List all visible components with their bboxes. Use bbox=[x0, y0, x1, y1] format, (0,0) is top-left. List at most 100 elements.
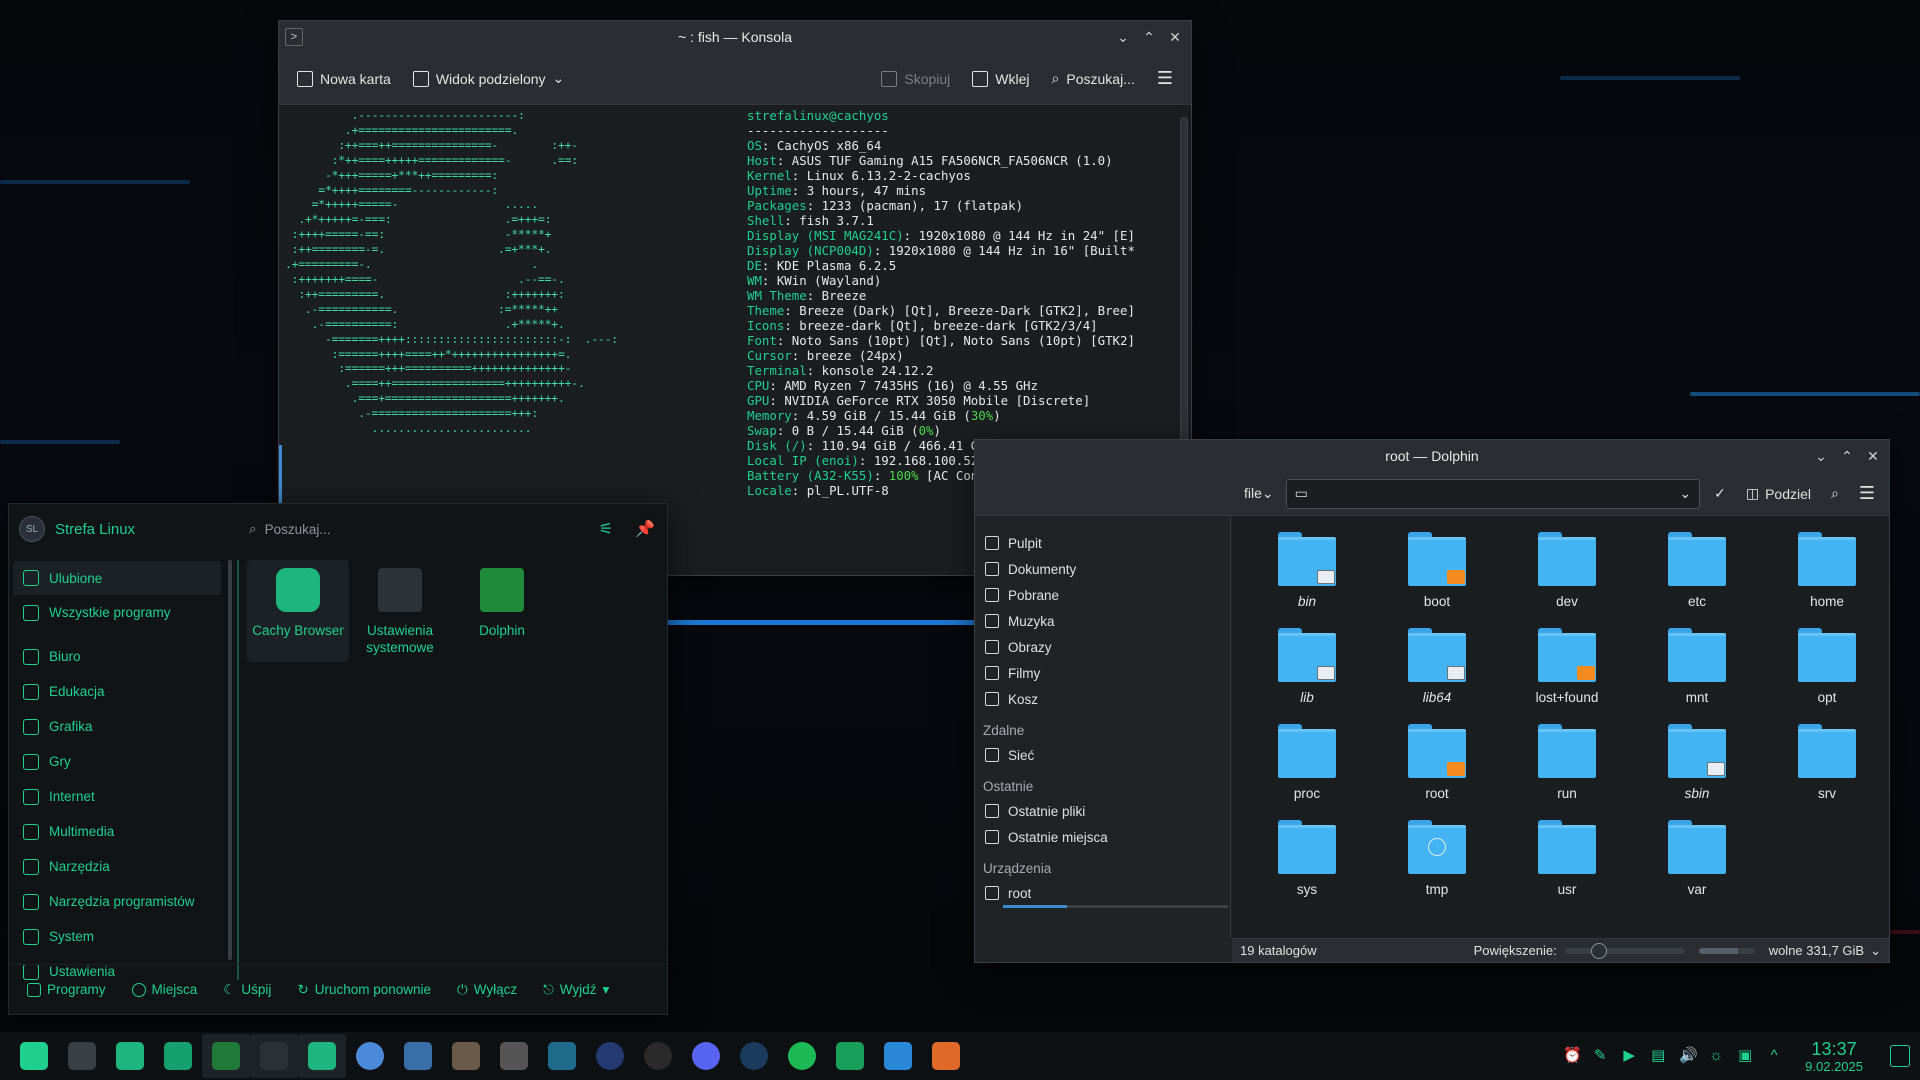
task-steam[interactable] bbox=[730, 1034, 778, 1078]
programs-tab[interactable]: Programy bbox=[27, 982, 106, 997]
digital-clock[interactable]: 13:37 9.02.2025 bbox=[1805, 1039, 1863, 1074]
task-spotify[interactable] bbox=[778, 1034, 826, 1078]
task-cachy-browser-running[interactable] bbox=[298, 1034, 346, 1078]
copy-button[interactable]: Skopiuj bbox=[875, 66, 956, 92]
place-kosz[interactable]: Kosz bbox=[975, 686, 1230, 712]
places-tab[interactable]: Miejsca bbox=[131, 982, 197, 997]
task-dolphin[interactable] bbox=[202, 1034, 250, 1078]
app-ustawienia-systemowe[interactable]: Ustawienia systemowe bbox=[349, 560, 451, 662]
dolphin-titlebar[interactable]: root — Dolphin ⌄ ⌃ ✕ bbox=[975, 440, 1889, 472]
task-cachy-browser[interactable] bbox=[106, 1034, 154, 1078]
new-tab-button[interactable]: Nowa karta bbox=[291, 66, 397, 92]
minimize-icon[interactable]: ⌄ bbox=[1113, 27, 1133, 47]
find-button[interactable]: ⌕ Poszukaj... bbox=[1046, 65, 1141, 92]
category-scrollbar[interactable] bbox=[228, 560, 232, 960]
category-grafika[interactable]: Grafika bbox=[13, 709, 221, 744]
shutdown-button[interactable]: ⏻ Wyłącz bbox=[457, 982, 517, 998]
category-wszystkie-programy[interactable]: Wszystkie programy bbox=[13, 595, 221, 630]
folder-opt[interactable]: opt bbox=[1762, 624, 1889, 720]
folder-usr[interactable]: usr bbox=[1502, 816, 1632, 912]
split-button[interactable]: ◫ Podziel bbox=[1740, 485, 1817, 502]
chevron-down-icon[interactable]: ⌄ bbox=[1870, 943, 1881, 959]
minimize-icon[interactable]: ⌄ bbox=[1811, 446, 1831, 466]
folder-tmp[interactable]: tmp bbox=[1372, 816, 1502, 912]
folder-home[interactable]: home bbox=[1762, 528, 1889, 624]
task-inkscape[interactable] bbox=[490, 1034, 538, 1078]
tray-expand-icon[interactable]: ^ bbox=[1766, 1048, 1782, 1064]
launcher-search-input[interactable]: ⌕ Poszukaj... bbox=[249, 521, 331, 537]
show-desktop-button[interactable] bbox=[1890, 1045, 1910, 1067]
close-icon[interactable]: ✕ bbox=[1863, 446, 1883, 466]
place-muzyka[interactable]: Muzyka bbox=[975, 608, 1230, 634]
alarm-icon[interactable]: ⏰ bbox=[1563, 1048, 1582, 1064]
search-button[interactable]: ⌕ bbox=[1825, 485, 1845, 502]
dolphin-window[interactable]: root — Dolphin ⌄ ⌃ ✕ file⌄ ▭ ⌄ ✓ ◫ Podzie… bbox=[974, 439, 1890, 963]
task-libreoffice-calc[interactable] bbox=[826, 1034, 874, 1078]
brightness-icon[interactable]: ☼ bbox=[1708, 1048, 1724, 1064]
task-libreoffice-writer[interactable] bbox=[874, 1034, 922, 1078]
category-system[interactable]: System bbox=[13, 919, 221, 954]
split-view-button[interactable]: Widok podzielony ⌄ bbox=[407, 65, 570, 92]
folder-root[interactable]: root bbox=[1372, 720, 1502, 816]
place-filmy[interactable]: Filmy bbox=[975, 660, 1230, 686]
sleep-button[interactable]: ☾ Uśpij bbox=[223, 982, 271, 998]
place-pobrane[interactable]: Pobrane bbox=[975, 582, 1230, 608]
konsole-titlebar[interactable]: > ~ : fish — Konsola ⌄ ⌃ ✕ bbox=[279, 21, 1191, 53]
folder-dev[interactable]: dev bbox=[1502, 528, 1632, 624]
confirm-location-button[interactable]: ✓ bbox=[1708, 485, 1732, 502]
folder-boot[interactable]: boot bbox=[1372, 528, 1502, 624]
configure-icon[interactable]: ⚟ bbox=[599, 519, 613, 539]
task-chromium[interactable] bbox=[346, 1034, 394, 1078]
task-audacity[interactable] bbox=[586, 1034, 634, 1078]
folder-srv[interactable]: srv bbox=[1762, 720, 1889, 816]
folder-mnt[interactable]: mnt bbox=[1632, 624, 1762, 720]
location-protocol[interactable]: file⌄ bbox=[1240, 485, 1278, 502]
file-view[interactable]: bin boot dev etc home lib lib64 lost+found mnt op… bbox=[1232, 516, 1889, 938]
category-multimedia[interactable]: Multimedia bbox=[13, 814, 221, 849]
logout-button[interactable]: ⎋ Wyjdź ▾ bbox=[543, 982, 609, 998]
place-pulpit[interactable]: Pulpit bbox=[975, 530, 1230, 556]
hamburger-menu-button[interactable]: ☰ bbox=[1853, 483, 1881, 504]
close-icon[interactable]: ✕ bbox=[1165, 27, 1185, 47]
folder-lib64[interactable]: lib64 bbox=[1372, 624, 1502, 720]
zoom-slider-handle[interactable] bbox=[1591, 942, 1608, 959]
app-dolphin[interactable]: Dolphin bbox=[451, 560, 553, 662]
task-obs[interactable] bbox=[634, 1034, 682, 1078]
category-gry[interactable]: Gry bbox=[13, 744, 221, 779]
volume-icon[interactable]: 🔊 bbox=[1679, 1048, 1698, 1064]
place-ostatnie-miejsca[interactable]: Ostatnie miejsca bbox=[975, 824, 1230, 850]
task-discord[interactable] bbox=[682, 1034, 730, 1078]
folder-etc[interactable]: etc bbox=[1632, 528, 1762, 624]
location-bar[interactable]: ▭ ⌄ bbox=[1285, 478, 1701, 509]
pin-icon[interactable]: 📌 bbox=[635, 519, 655, 539]
folder-sbin[interactable]: sbin bbox=[1632, 720, 1762, 816]
place-sieć[interactable]: Sieć bbox=[975, 742, 1230, 768]
task-gimp[interactable] bbox=[442, 1034, 490, 1078]
folder-run[interactable]: run bbox=[1502, 720, 1632, 816]
media-player-icon[interactable]: ▶ bbox=[1621, 1048, 1637, 1064]
folder-proc[interactable]: proc bbox=[1242, 720, 1372, 816]
app-cachy-browser[interactable]: Cachy Browser bbox=[247, 560, 349, 662]
category-ulubione[interactable]: Ulubione bbox=[13, 561, 221, 595]
place-dokumenty[interactable]: Dokumenty bbox=[975, 556, 1230, 582]
restart-button[interactable]: ↻ Uruchom ponownie bbox=[297, 982, 431, 998]
chevron-down-icon[interactable]: ⌄ bbox=[1679, 485, 1691, 502]
folder-lost-found[interactable]: lost+found bbox=[1502, 624, 1632, 720]
update-notifier-icon[interactable]: ✎ bbox=[1592, 1048, 1608, 1064]
avatar[interactable]: SL bbox=[19, 516, 45, 542]
folder-lib[interactable]: lib bbox=[1242, 624, 1372, 720]
task-konsole[interactable] bbox=[250, 1034, 298, 1078]
category-internet[interactable]: Internet bbox=[13, 779, 221, 814]
folder-sys[interactable]: sys bbox=[1242, 816, 1372, 912]
category-biuro[interactable]: Biuro bbox=[13, 639, 221, 674]
network-icon[interactable]: ▣ bbox=[1737, 1048, 1753, 1064]
place-root[interactable]: root bbox=[975, 880, 1230, 908]
category-narzędzia[interactable]: Narzędzia bbox=[13, 849, 221, 884]
task-vscode[interactable] bbox=[394, 1034, 442, 1078]
task-system-settings[interactable] bbox=[58, 1034, 106, 1078]
clipboard-icon[interactable]: ▤ bbox=[1650, 1048, 1666, 1064]
task-libreoffice-impress[interactable] bbox=[922, 1034, 970, 1078]
maximize-icon[interactable]: ⌃ bbox=[1139, 27, 1159, 47]
task-kdenlive[interactable] bbox=[538, 1034, 586, 1078]
folder-var[interactable]: var bbox=[1632, 816, 1762, 912]
